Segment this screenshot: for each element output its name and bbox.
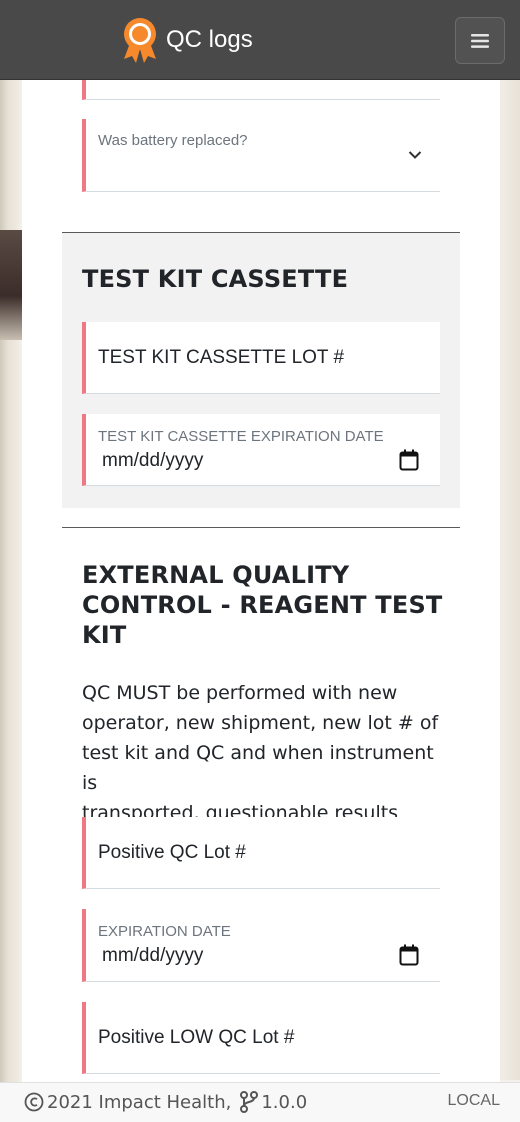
expiration-date-input[interactable]: EXPIRATION DATE mm/dd/yyyy — [82, 909, 440, 982]
cassette-lot-input[interactable]: TEST KIT CASSETTE LOT # — [82, 322, 440, 394]
cassette-section-title: TEST KIT CASSETTE — [82, 265, 349, 293]
positive-qc-lot-input[interactable]: Positive QC Lot # — [82, 817, 440, 889]
background-right — [500, 80, 520, 1080]
cassette-expiration-label: TEST KIT CASSETTE EXPIRATION DATE — [98, 428, 384, 445]
code-branch-icon — [240, 1091, 259, 1113]
battery-replaced-select[interactable]: Was battery replaced? — [82, 119, 440, 192]
form-card: Was battery replaced? TEST KIT CASSETTE … — [22, 80, 500, 1082]
calendar-icon[interactable] — [399, 944, 419, 966]
positive-low-qc-lot-placeholder: Positive LOW QC Lot # — [98, 1027, 295, 1048]
cassette-expiration-placeholder: mm/dd/yyyy — [102, 450, 204, 471]
calendar-icon[interactable] — [399, 449, 419, 471]
footer: 2021 Impact Health, 1.0.0 LOCAL — [0, 1082, 520, 1122]
section-divider — [62, 527, 460, 528]
cassette-expiration-date-input[interactable]: TEST KIT CASSETTE EXPIRATION DATE mm/dd/… — [82, 414, 440, 486]
app-title: QC logs — [166, 26, 253, 53]
award-ribbon-icon — [124, 18, 156, 63]
background-shadow — [0, 230, 22, 340]
navbar: QC logs — [0, 0, 520, 80]
version-text: 1.0.0 — [261, 1091, 308, 1113]
environment-label: LOCAL — [447, 1092, 500, 1109]
positive-qc-lot-placeholder: Positive QC Lot # — [98, 842, 246, 863]
expiration-date-placeholder: mm/dd/yyyy — [102, 945, 204, 966]
hamburger-icon — [471, 33, 489, 48]
copyright-text: 2021 Impact Health, — [47, 1091, 232, 1113]
chevron-down-icon — [408, 151, 422, 159]
menu-toggle-button[interactable] — [455, 17, 505, 64]
positive-low-qc-lot-input[interactable]: Positive LOW QC Lot # — [82, 1002, 440, 1074]
expiration-date-label: EXPIRATION DATE — [98, 923, 231, 940]
cassette-lot-placeholder: TEST KIT CASSETTE LOT # — [98, 347, 345, 368]
external-qc-title: EXTERNAL QUALITY CONTROL - REAGENT TEST … — [82, 561, 443, 649]
brand-link[interactable]: QC logs — [120, 16, 253, 64]
copyright-icon — [24, 1092, 44, 1112]
external-qc-description: QC MUST be performed with new operator, … — [82, 682, 439, 824]
battery-replaced-label: Was battery replaced? — [98, 132, 248, 149]
previous-field[interactable] — [82, 80, 440, 100]
footer-info: 2021 Impact Health, 1.0.0 — [24, 1091, 307, 1113]
